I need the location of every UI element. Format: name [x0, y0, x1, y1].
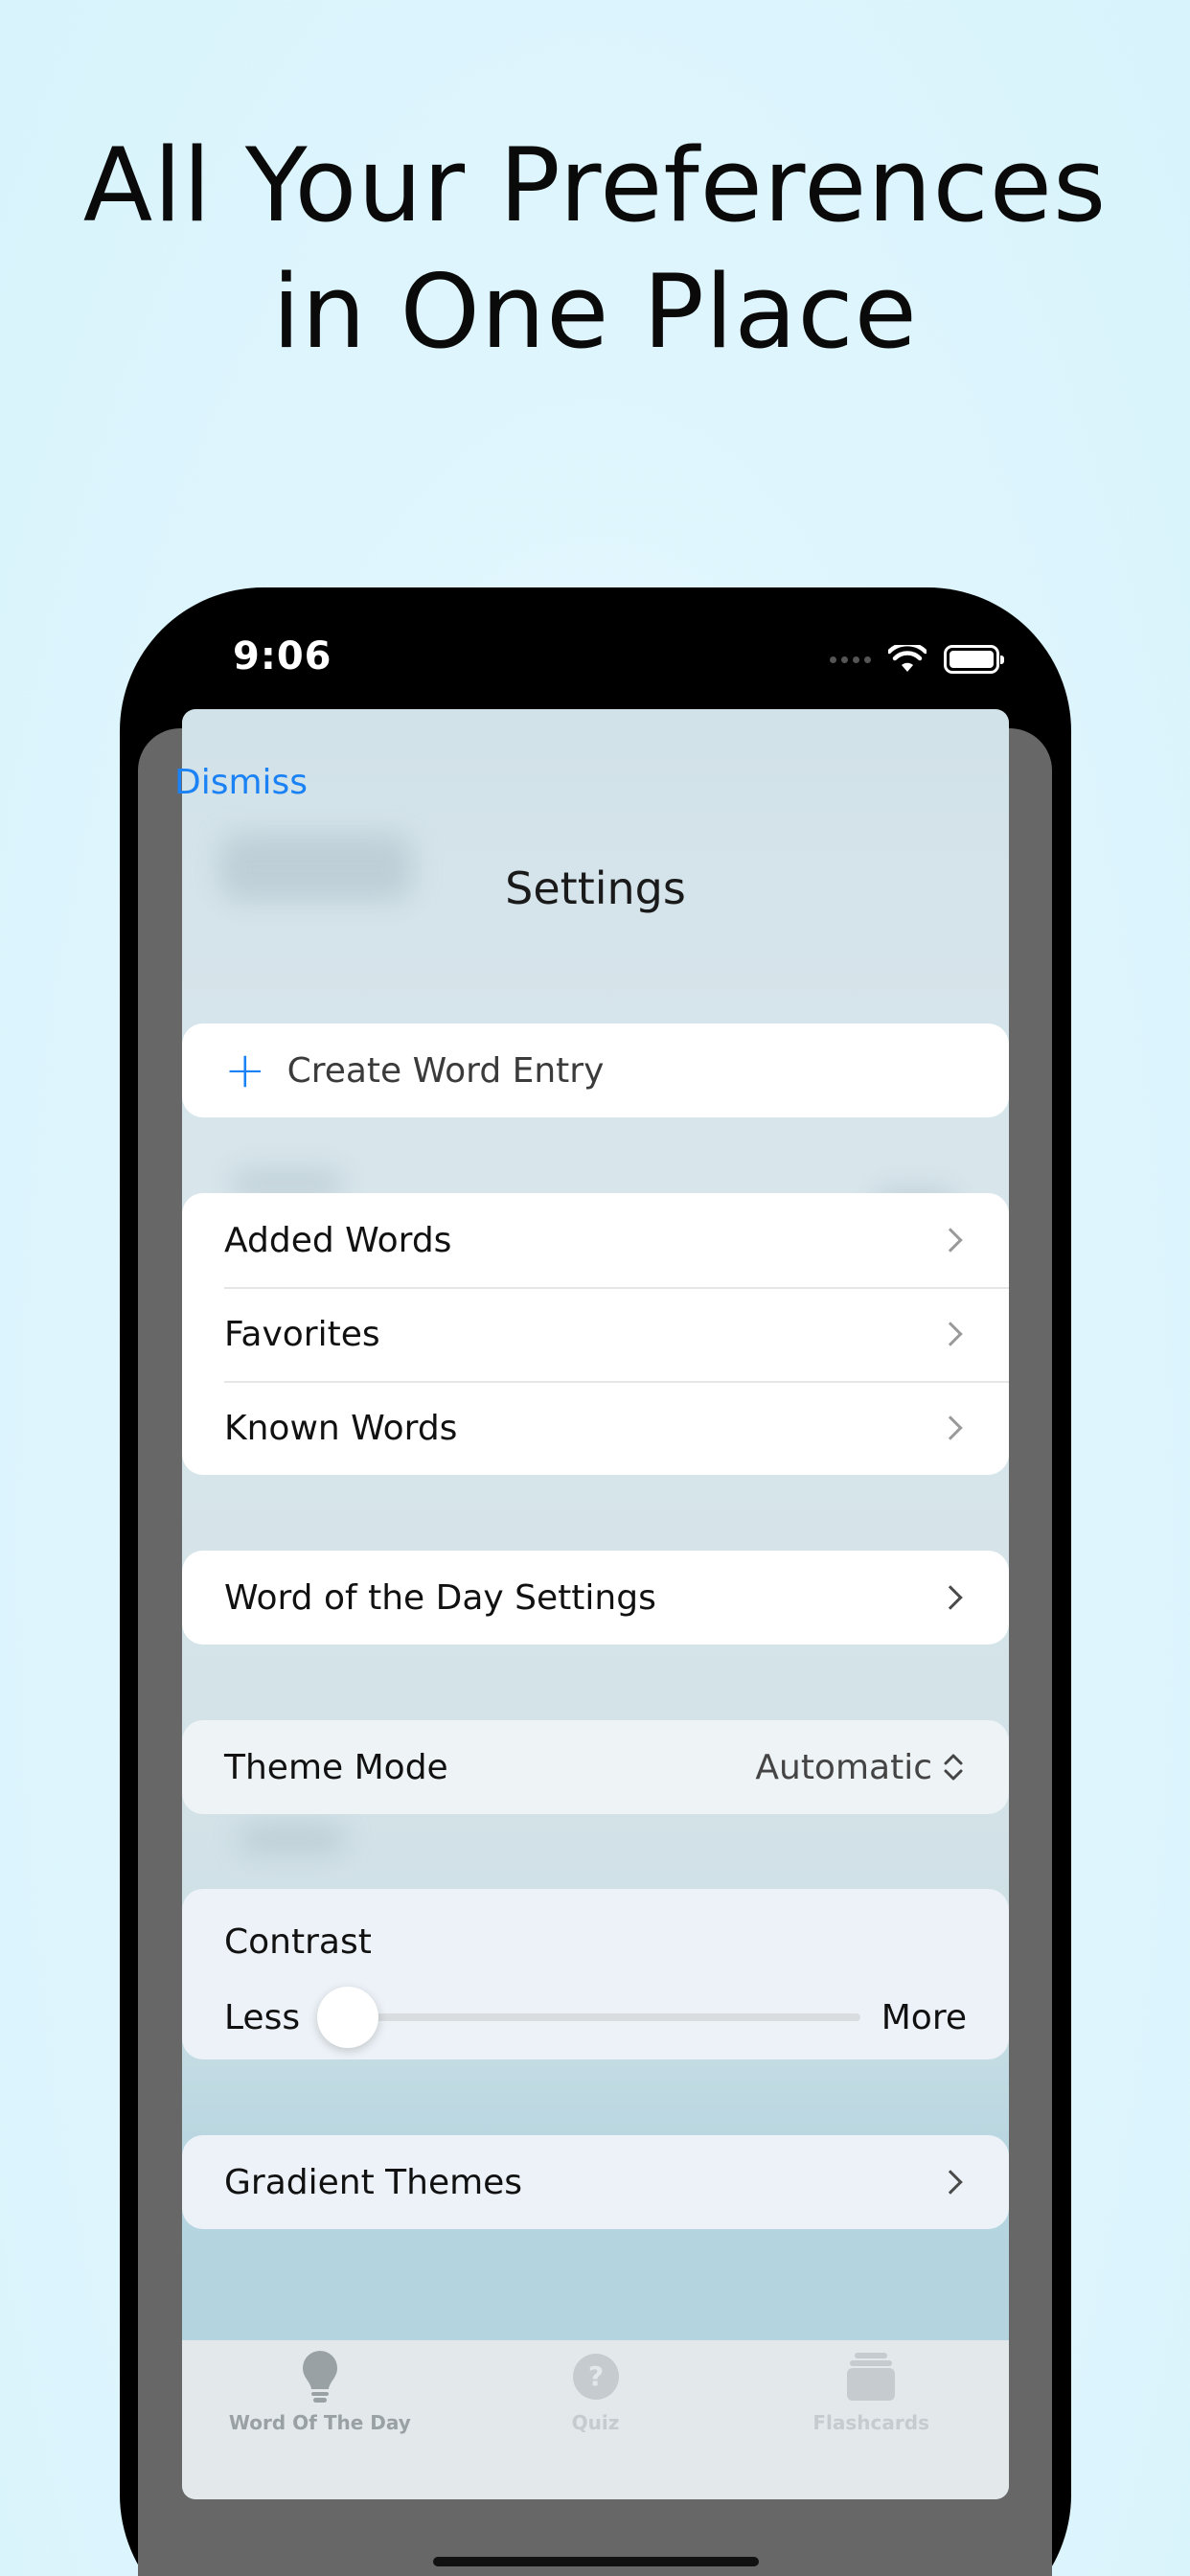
- tab-label: Flashcards: [812, 2411, 929, 2434]
- contrast-title: Contrast: [224, 1922, 372, 1962]
- tab-label: Quiz: [571, 2411, 620, 2434]
- tab-flashcards[interactable]: Flashcards: [733, 2340, 1009, 2499]
- contrast-max-label: More: [881, 1997, 967, 2037]
- word-of-day-settings-label: Word of the Day Settings: [224, 1577, 656, 1618]
- list-item-known-words[interactable]: Known Words: [182, 1381, 1009, 1475]
- word-lists-group: Added Words Favorites Known Words: [182, 1193, 1009, 1475]
- added-words-label: Added Words: [224, 1220, 452, 1260]
- tab-word-of-the-day[interactable]: Word Of The Day: [182, 2340, 458, 2499]
- contrast-slider[interactable]: [317, 1987, 860, 2048]
- status-time: 9:06: [233, 634, 332, 678]
- tab-label: Word Of The Day: [228, 2411, 411, 2434]
- chevron-right-icon: [938, 1322, 963, 1346]
- svg-text:?: ?: [587, 2360, 603, 2392]
- contrast-slider-knob[interactable]: [317, 1987, 379, 2048]
- headline: All Your Preferences in One Place: [0, 123, 1190, 376]
- theme-mode-group: Theme Mode Automatic: [182, 1720, 1009, 1814]
- theme-mode-value: Automatic: [755, 1747, 932, 1787]
- battery-icon: [944, 645, 1004, 674]
- contrast-group: Contrast Less More: [182, 1889, 1009, 2059]
- create-word-entry-label: Create Word Entry: [286, 1050, 605, 1091]
- list-item-added-words[interactable]: Added Words: [182, 1193, 1009, 1287]
- plus-icon: +: [224, 1042, 266, 1099]
- chevron-right-icon: [938, 1585, 963, 1610]
- favorites-label: Favorites: [224, 1314, 380, 1354]
- lightbulb-icon: [291, 2348, 349, 2405]
- cards-stack-icon: [842, 2348, 900, 2405]
- create-entry-group: + Create Word Entry: [182, 1024, 1009, 1117]
- status-indicators: [830, 640, 1004, 678]
- list-item-favorites[interactable]: Favorites: [182, 1287, 1009, 1381]
- contrast-min-label: Less: [224, 1997, 301, 2037]
- dismiss-button[interactable]: Dismiss: [174, 763, 308, 802]
- theme-mode-picker[interactable]: Automatic: [755, 1748, 967, 1787]
- question-circle-icon: ?: [567, 2348, 625, 2405]
- gradient-themes-group: Gradient Themes: [182, 2135, 1009, 2229]
- gradient-themes-item[interactable]: Gradient Themes: [182, 2135, 1009, 2229]
- page-title: Settings: [505, 862, 686, 914]
- wifi-icon: [888, 645, 927, 672]
- headline-line-2: in One Place: [272, 253, 918, 371]
- word-of-day-settings-item[interactable]: Word of the Day Settings: [182, 1551, 1009, 1644]
- gradient-themes-label: Gradient Themes: [224, 2162, 523, 2202]
- tab-bar: Word Of The Day ? Quiz Flashcards: [182, 2340, 1009, 2499]
- headline-line-1: All Your Preferences: [82, 126, 1108, 244]
- tab-quiz[interactable]: ? Quiz: [458, 2340, 734, 2499]
- cellular-signal-icon: [830, 656, 871, 663]
- chevron-right-icon: [938, 1228, 963, 1253]
- theme-mode-label: Theme Mode: [224, 1747, 448, 1787]
- create-word-entry-button[interactable]: + Create Word Entry: [182, 1024, 1009, 1117]
- chevron-up-down-icon: [944, 1754, 963, 1781]
- chevron-right-icon: [938, 2170, 963, 2195]
- chevron-right-icon: [938, 1415, 963, 1440]
- word-of-day-group: Word of the Day Settings: [182, 1551, 1009, 1644]
- home-indicator: [433, 2557, 759, 2566]
- theme-mode-row: Theme Mode Automatic: [182, 1720, 1009, 1814]
- contrast-slider-row: Less More: [182, 1975, 1009, 2059]
- known-words-label: Known Words: [224, 1408, 458, 1448]
